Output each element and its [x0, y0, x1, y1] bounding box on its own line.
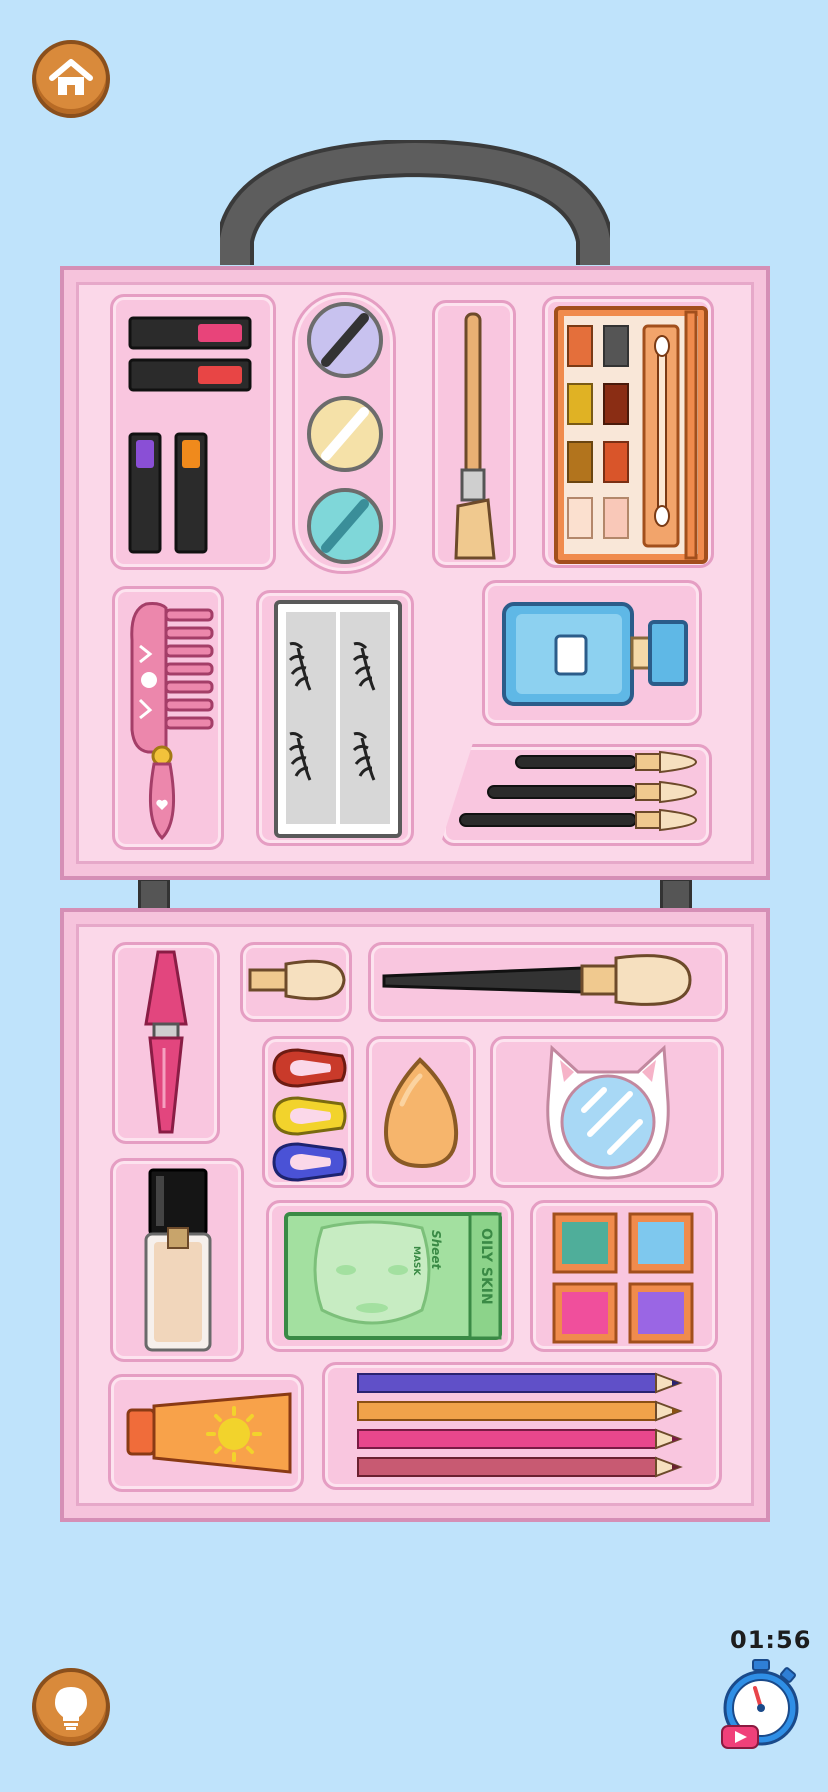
large-powder-brush[interactable] — [380, 946, 694, 1018]
foundation-bottle[interactable] — [142, 1166, 214, 1356]
mascara[interactable] — [136, 948, 196, 1140]
lightbulb-icon — [49, 1683, 93, 1731]
case-handle — [220, 140, 610, 265]
sunscreen-tube[interactable] — [124, 1388, 296, 1478]
sheet-mask-brand: Sheet — [429, 1230, 443, 1270]
hair-clips[interactable] — [268, 1044, 352, 1184]
stopwatch-button[interactable] — [720, 1658, 802, 1750]
sheet-mask[interactable]: OILY SKIN MASK Sheet — [282, 1210, 504, 1342]
timer-text: 01:56 — [730, 1626, 812, 1654]
perfume-bottle[interactable] — [500, 594, 692, 712]
home-button[interactable] — [32, 40, 110, 118]
lipsticks[interactable] — [126, 312, 266, 562]
eyeshadow-palette[interactable] — [554, 304, 712, 566]
sheet-mask-label: OILY SKIN — [478, 1228, 494, 1305]
cat-mirror[interactable] — [538, 1042, 678, 1182]
eyeshadow-quad[interactable] — [550, 1210, 700, 1346]
hint-button[interactable] — [32, 1668, 110, 1746]
small-powder-brush[interactable] — [246, 948, 350, 1014]
makeup-brushes[interactable] — [456, 748, 706, 840]
compacts[interactable] — [304, 300, 386, 568]
stopwatch-video-icon — [720, 1659, 802, 1754]
eyebrow-brush[interactable] — [448, 310, 502, 566]
home-icon — [48, 56, 94, 102]
beauty-sponge[interactable] — [380, 1056, 462, 1170]
comb[interactable] — [126, 600, 220, 844]
false-lashes[interactable] — [272, 598, 404, 840]
sheet-mask-sub: MASK — [411, 1246, 421, 1276]
colored-pencils[interactable] — [356, 1370, 692, 1482]
